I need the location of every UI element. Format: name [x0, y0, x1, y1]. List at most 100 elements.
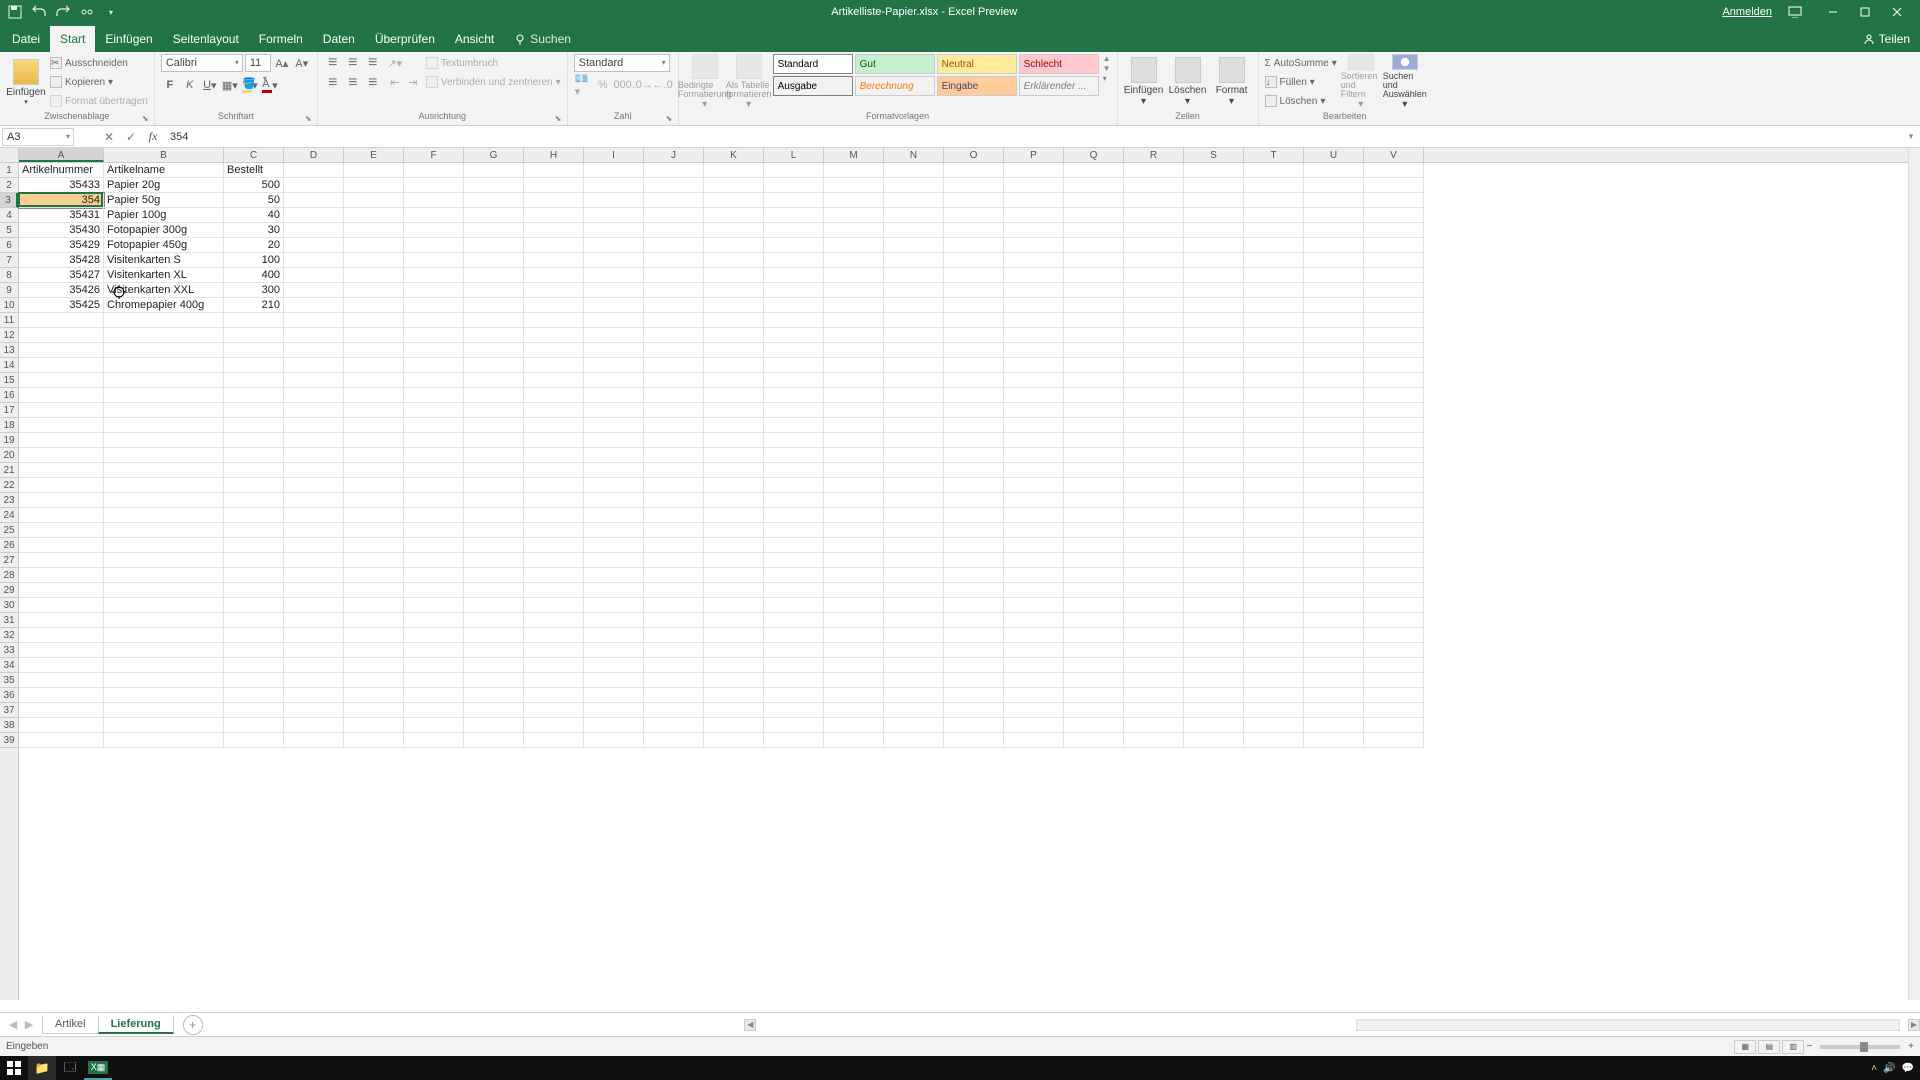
cell-E11[interactable] [344, 313, 404, 328]
cell-E29[interactable] [344, 583, 404, 598]
cell-V4[interactable] [1364, 208, 1424, 223]
cell-Q14[interactable] [1064, 358, 1124, 373]
cell-T22[interactable] [1244, 478, 1304, 493]
cell-K4[interactable] [704, 208, 764, 223]
cell-F28[interactable] [404, 568, 464, 583]
cell-F25[interactable] [404, 523, 464, 538]
cell-T15[interactable] [1244, 373, 1304, 388]
row-header-35[interactable]: 35 [0, 673, 18, 688]
cell-T8[interactable] [1244, 268, 1304, 283]
cell-N17[interactable] [884, 403, 944, 418]
cell-A28[interactable] [19, 568, 104, 583]
cell-J5[interactable] [644, 223, 704, 238]
cell-S1[interactable] [1184, 163, 1244, 178]
cell-K16[interactable] [704, 388, 764, 403]
cell-G33[interactable] [464, 643, 524, 658]
cell-K24[interactable] [704, 508, 764, 523]
cell-M17[interactable] [824, 403, 884, 418]
col-header-P[interactable]: P [1004, 148, 1064, 162]
cell-C5[interactable]: 30 [224, 223, 284, 238]
cell-T29[interactable] [1244, 583, 1304, 598]
cell-styles-gallery[interactable]: Standard Gut Neutral Schlecht Ausgabe Be… [773, 54, 1099, 96]
cell-N11[interactable] [884, 313, 944, 328]
border-button[interactable]: ▦▾ [221, 76, 239, 94]
cell-A1[interactable]: Artikelnummer [19, 163, 104, 178]
cell-Q39[interactable] [1064, 733, 1124, 748]
percent-button[interactable]: % [594, 76, 612, 94]
cell-I18[interactable] [584, 418, 644, 433]
cell-N39[interactable] [884, 733, 944, 748]
tab-insert[interactable]: Einfügen [95, 26, 162, 52]
row-header-26[interactable]: 26 [0, 538, 18, 553]
cell-S27[interactable] [1184, 553, 1244, 568]
cell-U18[interactable] [1304, 418, 1364, 433]
cell-I11[interactable] [584, 313, 644, 328]
comma-button[interactable]: 000 [614, 76, 632, 94]
cell-R22[interactable] [1124, 478, 1184, 493]
cell-U12[interactable] [1304, 328, 1364, 343]
start-button[interactable] [0, 1056, 28, 1080]
cell-M4[interactable] [824, 208, 884, 223]
style-schlecht[interactable]: Schlecht [1019, 54, 1099, 74]
cell-H16[interactable] [524, 388, 584, 403]
cell-E1[interactable] [344, 163, 404, 178]
cell-D7[interactable] [284, 253, 344, 268]
cell-L22[interactable] [764, 478, 824, 493]
cell-J11[interactable] [644, 313, 704, 328]
cell-M11[interactable] [824, 313, 884, 328]
cell-P27[interactable] [1004, 553, 1064, 568]
cell-V24[interactable] [1364, 508, 1424, 523]
cell-D33[interactable] [284, 643, 344, 658]
cell-B34[interactable] [104, 658, 224, 673]
maximize-button[interactable] [1850, 3, 1880, 21]
cell-P32[interactable] [1004, 628, 1064, 643]
copy-button[interactable]: Kopieren ▾ [50, 73, 148, 91]
zoom-slider[interactable] [1820, 1045, 1900, 1049]
cell-H31[interactable] [524, 613, 584, 628]
row-header-14[interactable]: 14 [0, 358, 18, 373]
cell-H37[interactable] [524, 703, 584, 718]
cell-G8[interactable] [464, 268, 524, 283]
cell-J24[interactable] [644, 508, 704, 523]
cell-T5[interactable] [1244, 223, 1304, 238]
cell-J10[interactable] [644, 298, 704, 313]
cell-J22[interactable] [644, 478, 704, 493]
row-header-8[interactable]: 8 [0, 268, 18, 283]
cell-K28[interactable] [704, 568, 764, 583]
cell-V22[interactable] [1364, 478, 1424, 493]
cell-D15[interactable] [284, 373, 344, 388]
save-icon[interactable] [6, 3, 24, 21]
cell-G13[interactable] [464, 343, 524, 358]
cell-I34[interactable] [584, 658, 644, 673]
select-all-corner[interactable] [0, 148, 19, 163]
cell-N31[interactable] [884, 613, 944, 628]
cell-G6[interactable] [464, 238, 524, 253]
cell-Q23[interactable] [1064, 493, 1124, 508]
cell-A8[interactable]: 35427 [19, 268, 104, 283]
cell-E12[interactable] [344, 328, 404, 343]
cell-T28[interactable] [1244, 568, 1304, 583]
cell-L10[interactable] [764, 298, 824, 313]
cell-G38[interactable] [464, 718, 524, 733]
cell-D25[interactable] [284, 523, 344, 538]
cell-C1[interactable]: Bestellt [224, 163, 284, 178]
cell-Q18[interactable] [1064, 418, 1124, 433]
cell-R2[interactable] [1124, 178, 1184, 193]
cell-U37[interactable] [1304, 703, 1364, 718]
cell-F36[interactable] [404, 688, 464, 703]
cell-K6[interactable] [704, 238, 764, 253]
cell-L36[interactable] [764, 688, 824, 703]
cell-J2[interactable] [644, 178, 704, 193]
cell-T35[interactable] [1244, 673, 1304, 688]
cell-N18[interactable] [884, 418, 944, 433]
cell-U3[interactable] [1304, 193, 1364, 208]
cell-J31[interactable] [644, 613, 704, 628]
paste-button[interactable]: Einfügen▾ [6, 54, 46, 110]
cell-B23[interactable] [104, 493, 224, 508]
cell-F13[interactable] [404, 343, 464, 358]
cell-A5[interactable]: 35430 [19, 223, 104, 238]
cell-J29[interactable] [644, 583, 704, 598]
style-eingabe[interactable]: Eingabe [937, 76, 1017, 96]
cell-E38[interactable] [344, 718, 404, 733]
cell-Q22[interactable] [1064, 478, 1124, 493]
